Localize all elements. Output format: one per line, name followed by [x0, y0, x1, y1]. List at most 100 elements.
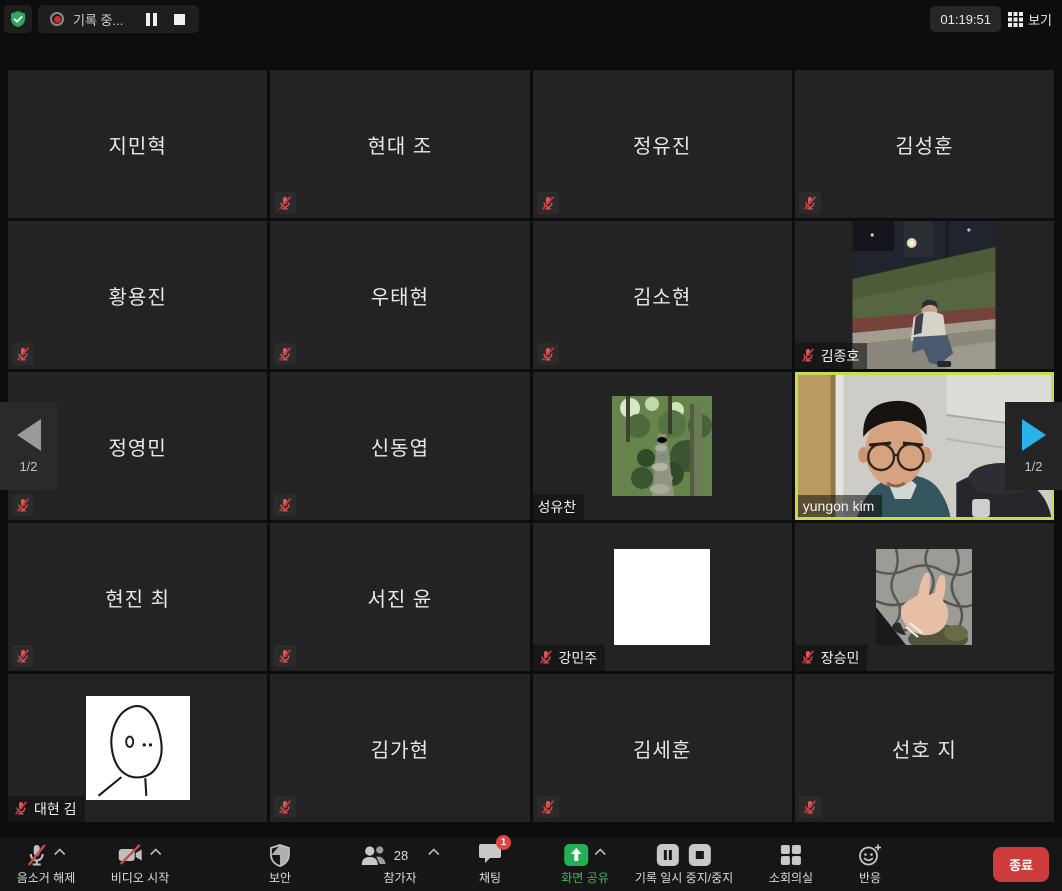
page-indicator: 1/2 — [1024, 459, 1042, 474]
participant-tile[interactable]: 김소현 — [533, 221, 792, 369]
meeting-timer: 01:19:51 — [930, 6, 1001, 32]
previous-page-button[interactable]: 1/2 — [0, 402, 57, 490]
people-icon — [360, 844, 388, 866]
pause-recording-button[interactable] — [146, 13, 157, 26]
participant-name: 정유진 — [533, 70, 792, 218]
prev-page-arrow-icon — [17, 419, 41, 451]
participant-media-image — [86, 696, 190, 800]
participant-name: 강민주 — [559, 648, 598, 668]
end-meeting-button[interactable]: 종료 — [993, 847, 1049, 882]
shield-icon — [270, 844, 290, 867]
participant-tile[interactable]: 성유찬 — [533, 372, 792, 520]
participant-media-image — [876, 549, 972, 645]
participant-tile[interactable]: 현진 최 — [8, 523, 267, 671]
stop-icon[interactable] — [688, 843, 712, 867]
muted-mic-badge — [537, 796, 559, 818]
unmute-label: 음소거 해제 — [17, 869, 76, 886]
breakout-rooms-label: 소회의실 — [769, 869, 813, 886]
muted-mic-badge — [12, 343, 34, 365]
participant-tile[interactable]: 선호 지 — [795, 674, 1054, 822]
security-button[interactable]: 보안 — [269, 842, 291, 886]
muted-mic-slot — [800, 649, 816, 668]
participant-tile[interactable]: 김성훈 — [795, 70, 1054, 218]
participant-tile[interactable]: 황용진 — [8, 221, 267, 369]
participant-name-chip: 장승민 — [795, 645, 868, 671]
participant-name: 현대 조 — [270, 70, 529, 218]
unmute-button[interactable]: 음소거 해제 — [17, 842, 76, 886]
recording-label: 기록 중... — [73, 10, 123, 29]
participant-name: 김종호 — [821, 346, 860, 366]
muted-mic-icon — [802, 195, 818, 211]
reactions-smiley-icon — [858, 843, 882, 867]
muted-mic-badge — [274, 343, 296, 365]
participant-name-chip: 성유찬 — [533, 494, 585, 520]
seong-yuchan-photo — [612, 396, 712, 496]
chevron-up-icon[interactable] — [54, 848, 66, 856]
participants-button[interactable]: 28 참가자 — [360, 842, 440, 886]
muted-mic-icon — [277, 799, 293, 815]
next-page-button[interactable]: 1/2 — [1005, 402, 1062, 490]
muted-mic-badge — [799, 796, 821, 818]
muted-mic-slot — [13, 800, 29, 819]
mic-muted-icon — [26, 843, 48, 867]
participants-label: 참가자 — [383, 869, 416, 886]
participant-name: 김소현 — [533, 221, 792, 369]
shield-check-icon — [9, 10, 27, 28]
participant-tile[interactable]: 김종호 — [795, 221, 1054, 369]
participant-name: 김세훈 — [533, 674, 792, 822]
muted-mic-slot — [800, 347, 816, 366]
start-video-button[interactable]: 비디오 시작 — [111, 842, 170, 886]
share-screen-button[interactable]: 화면 공유 — [561, 842, 609, 886]
chat-badge: 1 — [496, 835, 511, 850]
participant-name: 장승민 — [821, 648, 860, 668]
participant-tile[interactable]: 김세훈 — [533, 674, 792, 822]
breakout-rooms-button[interactable]: 소회의실 — [769, 842, 813, 886]
record-dot-icon — [50, 12, 64, 26]
participant-tile[interactable]: 우태현 — [270, 221, 529, 369]
participant-tile[interactable]: 지민혁 — [8, 70, 267, 218]
muted-mic-icon — [277, 195, 293, 211]
muted-mic-slot — [538, 649, 554, 668]
participant-tile[interactable]: 신동엽 — [270, 372, 529, 520]
muted-mic-icon — [540, 799, 556, 815]
muted-mic-icon — [15, 497, 31, 513]
chevron-up-icon[interactable] — [150, 848, 162, 856]
muted-mic-badge — [537, 343, 559, 365]
participant-name: 서진 윤 — [270, 523, 529, 671]
muted-mic-badge — [274, 645, 296, 667]
meeting-info-shield-button[interactable] — [4, 5, 32, 33]
next-page-arrow-icon — [1022, 419, 1046, 451]
muted-mic-badge — [12, 645, 34, 667]
reactions-label: 반응 — [859, 869, 881, 886]
participant-tile[interactable]: 현대 조 — [270, 70, 529, 218]
meeting-toolbar: 음소거 해제 비디오 시작 보안 — [0, 838, 1062, 891]
participant-name: yungon kim — [803, 498, 875, 514]
pause-icon[interactable] — [656, 843, 680, 867]
participant-tile[interactable]: 대현 김 — [8, 674, 267, 822]
muted-mic-icon — [540, 195, 556, 211]
muted-mic-icon — [277, 346, 293, 362]
chevron-up-icon[interactable] — [428, 848, 440, 856]
pause-stop-recording-button[interactable]: 기록 일시 중지/중지 — [635, 842, 733, 886]
view-button[interactable]: 보기 — [1004, 6, 1056, 32]
muted-mic-badge — [12, 494, 34, 516]
zoom-meeting-window: 기록 중... 01:19:51 보기 지민혁 현대 조 — [0, 0, 1062, 891]
participant-name: 신동엽 — [270, 372, 529, 520]
participants-count: 28 — [394, 848, 408, 863]
muted-mic-icon — [540, 346, 556, 362]
stop-recording-button[interactable] — [174, 14, 185, 25]
chevron-up-icon[interactable] — [594, 848, 606, 856]
reactions-button[interactable]: 반응 — [858, 842, 882, 886]
participant-tile[interactable]: 김가현 — [270, 674, 529, 822]
chat-button[interactable]: 1 채팅 — [478, 842, 502, 886]
participant-tile[interactable]: 정유진 — [533, 70, 792, 218]
participant-tile[interactable]: 강민주 — [533, 523, 792, 671]
participant-name: 김가현 — [270, 674, 529, 822]
view-button-label: 보기 — [1028, 10, 1052, 29]
participant-name: 현진 최 — [8, 523, 267, 671]
participant-tile[interactable]: 서진 윤 — [270, 523, 529, 671]
muted-mic-icon — [800, 649, 816, 665]
participant-tile[interactable]: 장승민 — [795, 523, 1054, 671]
participant-media-image — [614, 549, 710, 645]
participant-gallery: 지민혁 현대 조 정유진 김성훈 황용진 — [8, 70, 1054, 822]
